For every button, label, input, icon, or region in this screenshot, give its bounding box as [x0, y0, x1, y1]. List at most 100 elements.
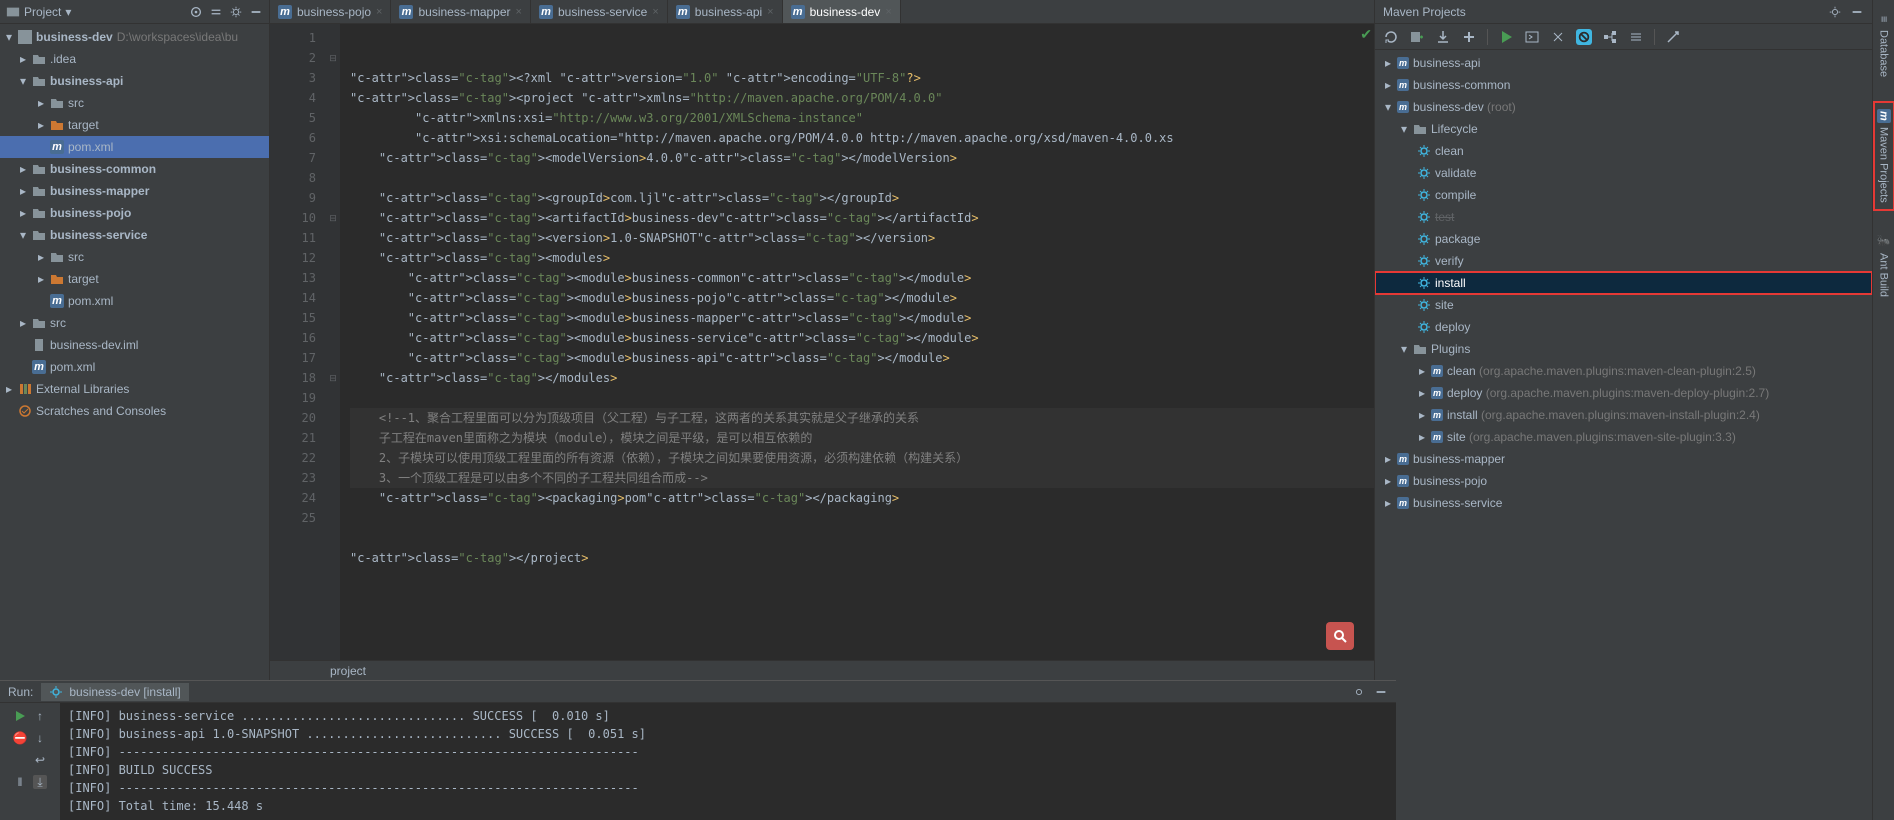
scroll-icon[interactable]: ⤓ — [33, 775, 47, 789]
tab-business-service[interactable]: mbusiness-service× — [531, 0, 668, 23]
gear-icon[interactable] — [229, 5, 243, 19]
maven-tree[interactable]: ▸mbusiness-api▸mbusiness-common▾mbusines… — [1375, 50, 1872, 820]
chevron-icon[interactable]: ▸ — [36, 120, 46, 130]
run-icon[interactable] — [1498, 29, 1514, 45]
chevron-down-icon[interactable]: ▾ — [4, 32, 14, 42]
locate-icon[interactable] — [189, 5, 203, 19]
minimize-icon[interactable] — [1374, 685, 1388, 699]
chevron-down-icon[interactable]: ▾ — [1399, 344, 1409, 354]
run-console[interactable]: [INFO] business-service ................… — [60, 703, 1396, 820]
maven-icon: m — [1431, 365, 1443, 377]
tree-item-business-common[interactable]: ▸business-common — [0, 158, 269, 180]
tree-item-business-dev.iml[interactable]: business-dev.iml — [0, 334, 269, 356]
external-libraries[interactable]: ▸ External Libraries — [0, 378, 269, 400]
tree-item-business-service[interactable]: ▾business-service — [0, 224, 269, 246]
chevron-right-icon[interactable]: ▸ — [1383, 80, 1393, 90]
chevron-icon[interactable]: ▾ — [18, 76, 28, 86]
chevron-icon[interactable]: ▸ — [18, 208, 28, 218]
download-icon[interactable] — [1435, 29, 1451, 45]
chevron-icon[interactable] — [36, 296, 46, 306]
fold-gutter[interactable]: ⊟⊟⊟ — [326, 24, 340, 660]
tree-item-target[interactable]: ▸target — [0, 268, 269, 290]
collapse-icon[interactable] — [1628, 29, 1644, 45]
chevron-right-icon[interactable]: ▸ — [1383, 476, 1393, 486]
chevron-down-icon[interactable]: ▾ — [1383, 102, 1393, 112]
show-dependencies-icon[interactable] — [1602, 29, 1618, 45]
chevron-icon[interactable]: ▸ — [36, 98, 46, 108]
tab-business-api[interactable]: mbusiness-api× — [668, 0, 783, 23]
tree-item-target[interactable]: ▸target — [0, 114, 269, 136]
tab-business-mapper[interactable]: mbusiness-mapper× — [391, 0, 530, 23]
project-title[interactable]: Project — [24, 5, 61, 19]
tree-item-src[interactable]: ▸src — [0, 92, 269, 114]
chevron-icon[interactable]: ▸ — [18, 54, 28, 64]
pause-icon[interactable]: ‖ — [13, 775, 27, 789]
scratches[interactable]: Scratches and Consoles — [0, 400, 269, 422]
chevron-icon[interactable]: ▸ — [18, 318, 28, 328]
chevron-down-icon[interactable]: ▾ — [1399, 124, 1409, 134]
close-icon[interactable]: × — [376, 6, 382, 18]
search-icon[interactable] — [1326, 622, 1354, 650]
tree-item-pom.xml[interactable]: mpom.xml — [0, 136, 269, 158]
project-dropdown-icon[interactable]: ▾ — [65, 5, 71, 19]
chevron-right-icon[interactable]: ▸ — [4, 384, 14, 394]
execute-icon[interactable] — [1524, 29, 1540, 45]
chevron-icon[interactable]: ▸ — [18, 186, 28, 196]
close-icon[interactable]: × — [652, 6, 658, 18]
tab-business-pojo[interactable]: mbusiness-pojo× — [270, 0, 391, 23]
rerun-icon[interactable] — [13, 709, 27, 723]
maven-projects-tab[interactable]: m Maven Projects — [1875, 103, 1893, 209]
minimize-icon[interactable] — [249, 5, 263, 19]
chevron-right-icon[interactable]: ▸ — [1417, 432, 1427, 442]
up-icon[interactable]: ↑ — [33, 709, 47, 723]
gear-icon[interactable] — [1828, 5, 1842, 19]
generate-sources-icon[interactable] — [1409, 29, 1425, 45]
tree-item-.idea[interactable]: ▸.idea — [0, 48, 269, 70]
chevron-right-icon[interactable]: ▸ — [1383, 454, 1393, 464]
database-tab[interactable]: ≡ Database — [1875, 6, 1893, 83]
tree-item-pom.xml[interactable]: mpom.xml — [0, 356, 269, 378]
toggle-skip-tests-icon[interactable] — [1576, 29, 1592, 45]
ant-build-tab[interactable]: 🐜 Ant Build — [1875, 229, 1893, 303]
code-editor[interactable]: ✔ 12345678910111213141516171819202122232… — [270, 24, 1374, 660]
close-icon[interactable]: × — [767, 6, 773, 18]
chevron-right-icon[interactable]: ▸ — [1383, 498, 1393, 508]
chevron-right-icon[interactable]: ▸ — [1417, 366, 1427, 376]
tree-item-business-mapper[interactable]: ▸business-mapper — [0, 180, 269, 202]
lifecycle-validate: validate — [1435, 166, 1476, 180]
collapse-all-icon[interactable] — [209, 5, 223, 19]
tree-item-pom.xml[interactable]: mpom.xml — [0, 290, 269, 312]
soft-wrap-icon[interactable]: ↩ — [33, 753, 47, 767]
tree-item-business-api[interactable]: ▾business-api — [0, 70, 269, 92]
chevron-right-icon[interactable]: ▸ — [1417, 410, 1427, 420]
tree-item-business-pojo[interactable]: ▸business-pojo — [0, 202, 269, 224]
code-body[interactable]: "c-attr">class="c-tag"><?xml "c-attr">ve… — [340, 24, 1374, 660]
chevron-right-icon[interactable]: ▸ — [1417, 388, 1427, 398]
reimport-icon[interactable] — [1383, 29, 1399, 45]
breadcrumb[interactable]: project — [270, 660, 1374, 680]
tree-item-src[interactable]: ▸src — [0, 312, 269, 334]
chevron-icon[interactable]: ▾ — [18, 230, 28, 240]
settings-icon[interactable] — [1665, 29, 1681, 45]
chevron-icon[interactable] — [18, 362, 28, 372]
minimize-icon[interactable] — [1850, 5, 1864, 19]
chevron-icon[interactable] — [18, 340, 28, 350]
down-icon[interactable]: ↓ — [33, 731, 47, 745]
chevron-icon[interactable]: ▸ — [36, 252, 46, 262]
tab-business-dev[interactable]: mbusiness-dev× — [783, 0, 901, 23]
gear-icon[interactable] — [1352, 685, 1366, 699]
breadcrumb-item[interactable]: project — [330, 664, 366, 678]
toggle-offline-icon[interactable] — [1550, 29, 1566, 45]
stop-icon[interactable]: ⛔ — [13, 731, 27, 745]
maven-title: Maven Projects — [1383, 5, 1466, 19]
chevron-icon[interactable]: ▸ — [36, 274, 46, 284]
chevron-right-icon[interactable]: ▸ — [1383, 58, 1393, 68]
add-icon[interactable] — [1461, 29, 1477, 45]
tree-item-src[interactable]: ▸src — [0, 246, 269, 268]
close-icon[interactable]: × — [885, 6, 891, 18]
chevron-icon[interactable]: ▸ — [18, 164, 28, 174]
project-root[interactable]: ▾ business-dev D:\workspaces\idea\bu — [0, 26, 269, 48]
chevron-icon[interactable] — [36, 142, 46, 152]
run-config-tab[interactable]: business-dev [install] — [41, 683, 188, 701]
close-icon[interactable]: × — [516, 6, 522, 18]
